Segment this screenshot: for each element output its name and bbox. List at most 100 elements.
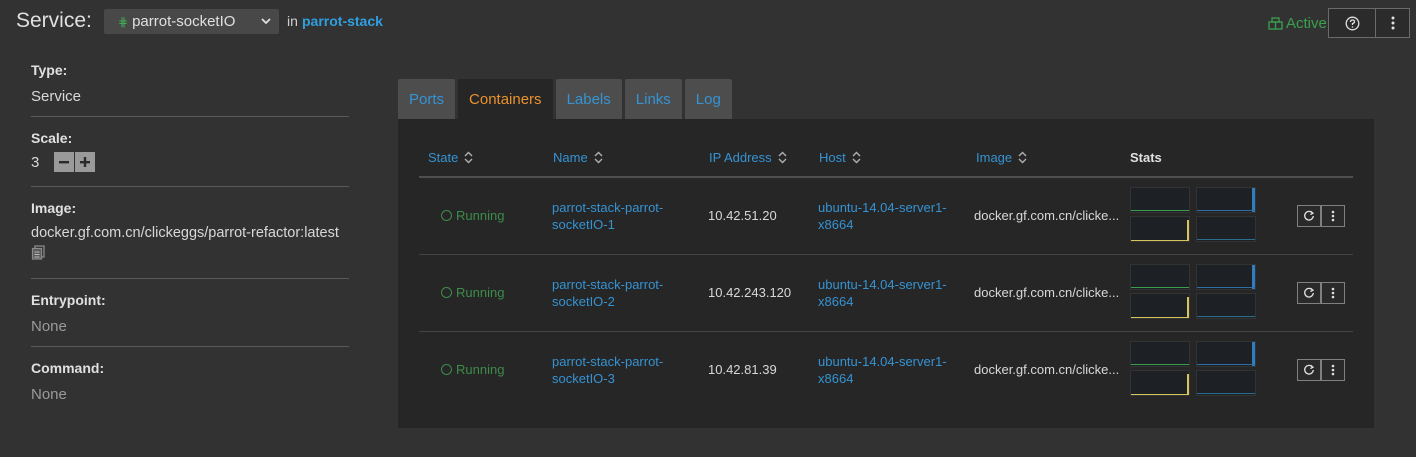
storage-sparkline (1196, 370, 1256, 396)
restart-button[interactable] (1297, 205, 1321, 227)
column-header-stats: Stats (1130, 150, 1162, 165)
entrypoint-section: Entrypoint: None (31, 292, 349, 335)
running-status-icon (441, 210, 452, 221)
sort-icon (1018, 151, 1027, 164)
host-link[interactable]: ubuntu-14.04-server1- x8664 (818, 276, 947, 310)
column-header-label: Name (553, 150, 588, 165)
memory-sparkline (1196, 187, 1256, 213)
running-status-icon (441, 287, 452, 298)
column-header-label: Host (819, 150, 846, 165)
divider (31, 116, 349, 117)
tab-ports[interactable]: Ports (398, 79, 456, 119)
host-link[interactable]: ubuntu-14.04-server1- x8664 (818, 353, 947, 387)
status-text: Active (1286, 15, 1327, 32)
host-line1: ubuntu-14.04-server1- (818, 200, 947, 215)
network-sparkline (1130, 216, 1190, 242)
divider (31, 186, 349, 187)
host-line2: x8664 (818, 294, 854, 309)
image-cell: docker.gf.com.cn/clicke... (974, 208, 1120, 223)
page-title: Service: (16, 9, 92, 32)
storage-sparkline (1196, 216, 1256, 242)
column-header-ip[interactable]: IP Address (709, 150, 787, 165)
tab-containers[interactable]: Containers (458, 79, 553, 119)
host-line2: x8664 (818, 217, 854, 232)
vertical-dots-icon (1331, 287, 1335, 299)
cpu-sparkline (1130, 264, 1190, 290)
row-actions-button[interactable] (1321, 282, 1345, 304)
column-header-name[interactable]: Name (553, 150, 603, 165)
stats-sparklines (1130, 341, 1256, 397)
column-header-state[interactable]: State (428, 150, 473, 165)
state-text: Running (456, 285, 505, 300)
stack-link[interactable]: parrot-stack (302, 13, 383, 29)
restart-icon (1304, 210, 1315, 221)
sort-icon (852, 151, 861, 164)
state-cell: Running (441, 207, 504, 224)
container-name-link[interactable]: parrot-stack-parrot- socketIO-3 (552, 353, 663, 387)
scale-increase-button[interactable] (75, 152, 95, 172)
network-sparkline (1130, 370, 1190, 396)
entrypoint-label: Entrypoint: (31, 292, 106, 308)
scale-value: 3 (31, 153, 40, 171)
stats-sparklines (1130, 187, 1256, 243)
ip-cell: 10.42.51.20 (708, 208, 777, 223)
sort-icon (464, 151, 473, 164)
sort-icon (594, 151, 603, 164)
sort-icon (778, 151, 787, 164)
type-section: Type: Service (31, 62, 349, 105)
in-label: in (287, 13, 298, 29)
scale-decrease-button[interactable] (54, 152, 74, 172)
tab-log[interactable]: Log (684, 79, 732, 119)
column-header-label: Image (976, 150, 1013, 165)
row-actions-button[interactable] (1321, 205, 1345, 227)
ip-cell: 10.42.81.39 (708, 362, 777, 377)
tab-bar: Ports Containers Labels Links Log (398, 79, 735, 119)
host-link[interactable]: ubuntu-14.04-server1- x8664 (818, 199, 947, 233)
vertical-dots-icon (1331, 210, 1335, 222)
minus-icon (59, 161, 69, 164)
row-divider (419, 254, 1353, 255)
tab-links[interactable]: Links (624, 79, 682, 119)
image-cell: docker.gf.com.cn/clicke... (974, 285, 1120, 300)
column-header-image[interactable]: Image (976, 150, 1027, 165)
container-name-line2: socketIO-3 (552, 371, 615, 386)
command-value: None (31, 386, 67, 403)
help-icon (1345, 16, 1359, 30)
vertical-dots-icon (1391, 16, 1394, 30)
type-label: Type: (31, 62, 68, 78)
restart-button[interactable] (1297, 359, 1321, 381)
column-header-host[interactable]: Host (819, 150, 861, 165)
container-name-line1: parrot-stack-parrot- (552, 200, 664, 215)
tab-labels[interactable]: Labels (555, 79, 622, 119)
table-header-divider (419, 176, 1353, 178)
service-icon: ⋕ (118, 14, 129, 29)
container-name-link[interactable]: parrot-stack-parrot- socketIO-2 (552, 276, 663, 310)
image-cell: docker.gf.com.cn/clicke... (974, 362, 1120, 377)
copy-icon[interactable] (31, 245, 46, 265)
service-select[interactable]: ⋕ parrot-socketIO (104, 9, 279, 34)
help-button[interactable] (1328, 8, 1376, 38)
state-text: Running (456, 362, 505, 377)
page-header: Service: ⋕ parrot-socketIO in parrot-sta… (0, 0, 1416, 44)
stats-sparklines (1130, 264, 1256, 320)
divider (31, 278, 349, 279)
chevron-down-icon (261, 18, 271, 25)
type-value: Service (31, 88, 82, 105)
restart-icon (1304, 364, 1315, 375)
image-label: Image: (31, 200, 77, 216)
memory-sparkline (1196, 264, 1256, 290)
container-name-link[interactable]: parrot-stack-parrot- socketIO-1 (552, 199, 663, 233)
running-status-icon (441, 364, 452, 375)
state-text: Running (456, 208, 505, 223)
vertical-dots-icon (1331, 364, 1335, 376)
image-value: docker.gf.com.cn/clickeggs/parrot-refact… (31, 225, 339, 241)
storage-sparkline (1196, 293, 1256, 319)
column-header-label: State (428, 150, 459, 165)
more-actions-button[interactable] (1375, 8, 1410, 38)
row-actions-button[interactable] (1321, 359, 1345, 381)
restart-button[interactable] (1297, 282, 1321, 304)
container-name-line2: socketIO-1 (552, 217, 615, 232)
service-select-value: parrot-socketIO (132, 13, 236, 30)
host-line1: ubuntu-14.04-server1- (818, 277, 947, 292)
row-divider (419, 331, 1353, 332)
